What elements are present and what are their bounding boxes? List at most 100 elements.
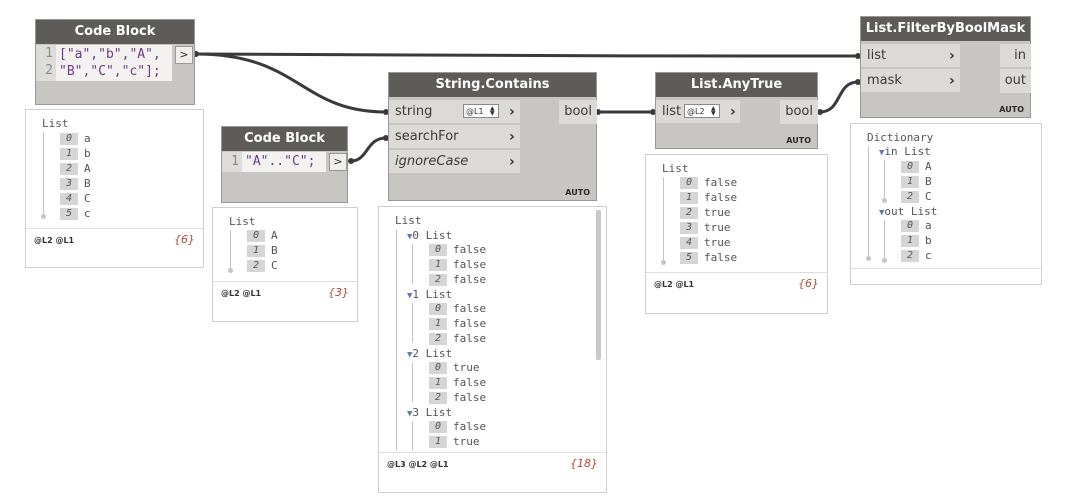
input-port-searchfor[interactable]: searchFor › [389,125,520,149]
wire-codeblock1-to-string [195,52,387,114]
lacing-dropdown[interactable]: @L2 ▲ ▼ [684,104,720,118]
preview-footer: @L2 @L1 {3} [213,281,357,321]
filter-by-bool-mask-node[interactable]: List.FilterByBoolMask list › mask › in o… [860,16,1031,118]
output-port-bool[interactable]: bool [780,100,818,124]
list-item: 1b [901,233,932,248]
list-anytrue-node[interactable]: List.AnyTrue list @L2 ▲ ▼ › bool AUTO [655,72,818,149]
code-editor[interactable]: 1 2 ["a","b","A", "B","C","c"]; [36,45,172,81]
line-gutter: 1 [222,152,242,172]
list-item: 3 true [680,220,731,235]
code-editor[interactable]: 1 "A".."C"; [222,152,326,172]
code-block-node-2[interactable]: Code Block 1 "A".."C"; > [221,126,348,203]
list-item: 0 false [429,419,486,434]
preview-header: List [662,162,689,175]
list-levels: @L2 @L1 [34,236,75,245]
chevron-right-icon: › [509,154,515,170]
preview-bubble-list-anytrue[interactable]: List 0 false 1 false 2 true 3 true 4 true 5 fa… [645,154,828,314]
item-count: {6} [798,277,819,290]
list-item: 5 false [680,250,737,265]
string-contains-node[interactable]: String.Contains string @L1 ▲ ▼ › searchFo… [388,72,597,201]
node-title[interactable]: Code Block [36,20,194,44]
input-port-list[interactable]: list @L2 ▲ ▼ › [656,100,740,124]
wire-codeblock2-to-searchfor [350,136,387,163]
list-item: 0 false [680,175,737,190]
node-title[interactable]: Code Block [222,127,347,151]
list-item: 2c [901,248,932,263]
preview-bubble-filter-by-bool-mask[interactable]: Dictionary ▼in List 0A 1B 2C ▼out List 0… [850,123,1042,285]
preview-bubble-code-block-2[interactable]: List 0A 1B 2C @L2 @L1 {3} [212,207,358,322]
list-item: 0 true [429,360,480,375]
list-item: 4C [60,191,91,206]
preview-header: List [229,215,256,228]
list-item: 2C [901,189,932,204]
list-item: 1 false [429,375,486,390]
code-block-node-1[interactable]: Code Block 1 2 ["a","b","A", "B","C","c"… [35,19,195,105]
wire-codeblock1-to-list [195,52,859,58]
list-item: 1B [901,174,932,189]
list-item: 0 false [429,301,486,316]
input-port-string[interactable]: string @L1 ▲ ▼ › [389,100,520,124]
list-item: 2 false [429,272,486,287]
lacing-badge: AUTO [786,136,811,145]
code-line: ["a","b","A", [59,47,161,62]
preview-footer [851,268,1041,284]
list-item: 0A [247,228,278,243]
preview-header: List [42,117,69,130]
list-item: 1 true [429,434,480,449]
chevron-right-icon: › [730,104,736,120]
preview-footer: @L2 @L1 {6} [646,272,827,313]
chevron-right-icon: › [949,73,955,89]
list-item: 1 false [429,316,486,331]
item-count: {18} [570,457,598,470]
lacing-badge: AUTO [999,105,1024,114]
scrollbar[interactable] [596,210,601,360]
item-count: {3} [328,286,349,299]
chevron-right-icon: › [509,129,515,145]
list-item: 5c [60,206,91,221]
list-levels: @L2 @L1 [221,289,262,298]
preview-bubble-code-block-1[interactable]: List 0a 1b 2A 3B 4C 5c @L2 @L1 {6} [25,109,204,268]
chevron-right-icon: › [509,104,515,120]
output-port-bool[interactable]: bool [559,100,597,124]
list-item: 2 false [429,331,486,346]
preview-header: Dictionary [867,131,934,144]
spinner-icon[interactable]: ▲ ▼ [490,106,497,117]
output-port[interactable]: > [329,153,347,171]
wire-anytrue-to-mask [819,80,859,114]
line-gutter: 1 2 [36,45,56,81]
preview-footer: @L2 @L1 {6} [26,228,203,267]
list-item: 1B [247,243,278,258]
list-item: 2 true [680,205,731,220]
input-port-mask[interactable]: mask › [861,69,960,93]
list-item: 2 false [429,390,486,405]
input-port-list[interactable]: list › [861,44,960,68]
list-item: 0A [901,159,932,174]
list-item: 3B [60,176,91,191]
input-port-ignorecase[interactable]: ignoreCase › [389,150,520,174]
output-port-in[interactable]: in [1000,44,1031,68]
list-item: 1 false [680,190,737,205]
list-item: 2A [60,161,91,176]
output-port-out[interactable]: out [1000,69,1031,93]
lacing-dropdown[interactable]: @L1 ▲ ▼ [463,104,499,118]
preview-header: List [395,214,422,227]
preview-footer: @L3 @L2 @L1 {18} [379,452,606,492]
list-item: 0a [901,218,932,233]
node-title[interactable]: String.Contains [389,73,596,97]
node-title[interactable]: List.AnyTrue [656,73,817,97]
output-port[interactable]: > [175,46,193,64]
list-item: 0a [60,131,91,146]
chevron-right-icon: › [949,48,955,64]
list-item: 4 true [680,235,731,250]
list-item: 2C [247,258,278,273]
list-levels: @L2 @L1 [654,280,695,289]
code-line: "B","C","c"]; [59,64,161,79]
lacing-badge: AUTO [565,188,590,197]
list-levels: @L3 @L2 @L1 [387,460,449,469]
list-item: 0 false [429,242,486,257]
node-title[interactable]: List.FilterByBoolMask [861,17,1030,41]
spinner-icon[interactable]: ▲ ▼ [711,106,718,117]
item-count: {6} [174,233,195,246]
list-item: 1 false [429,257,486,272]
preview-bubble-string-contains[interactable]: List ▼0 List 0 false 1 false 2 false ▼1 Lis… [378,206,607,493]
